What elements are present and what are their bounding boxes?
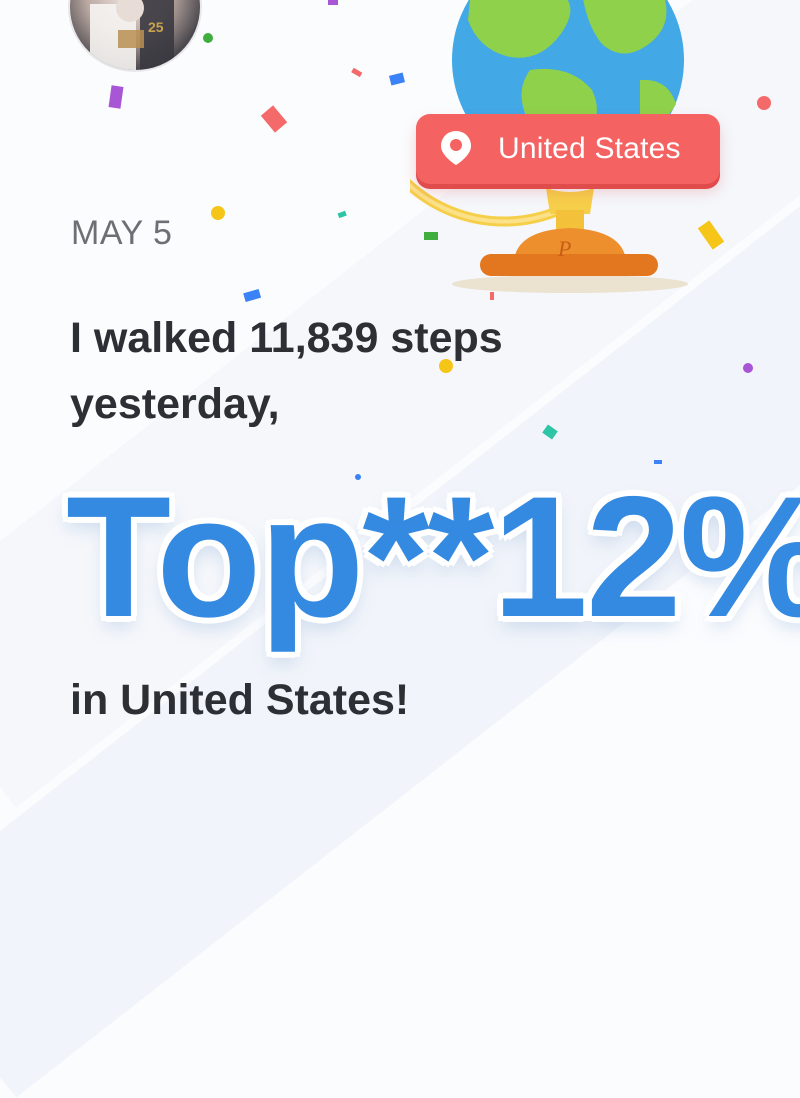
date-label: MAY 5 bbox=[71, 214, 173, 252]
user-avatar[interactable]: 25 bbox=[68, 0, 202, 72]
rank-value: Top**12% bbox=[66, 461, 800, 653]
location-pin-icon bbox=[441, 131, 471, 165]
rank-suffix: in United States! bbox=[70, 676, 410, 724]
headline-line-1: I walked 11,839 steps bbox=[70, 314, 503, 362]
avatar-image: 25 bbox=[90, 0, 174, 70]
svg-text:P: P bbox=[557, 236, 571, 261]
steps-headline: I walked 11,839 steps yesterday, bbox=[70, 305, 710, 437]
location-label: United States bbox=[498, 132, 681, 165]
location-badge[interactable]: United States bbox=[416, 114, 720, 184]
svg-text:25: 25 bbox=[148, 19, 164, 35]
headline-line-2: yesterday, bbox=[70, 380, 280, 428]
